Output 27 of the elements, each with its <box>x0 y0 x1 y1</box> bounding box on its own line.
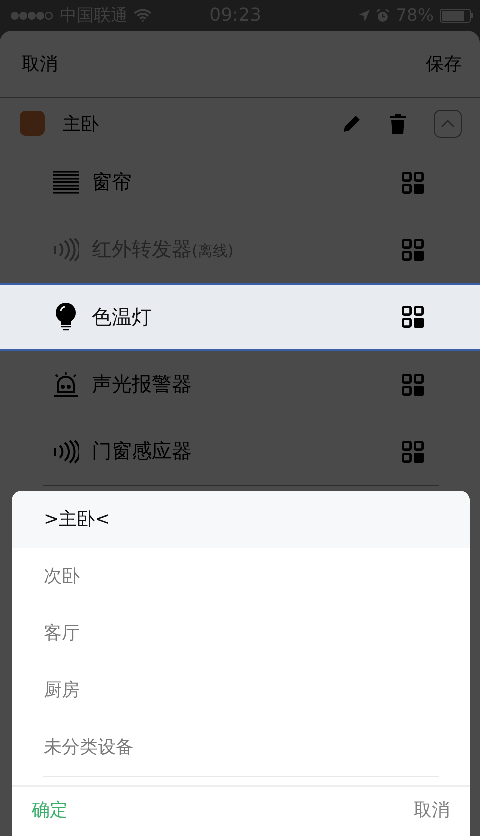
room-icon <box>20 111 45 136</box>
device-name: 窗帘 <box>92 169 133 196</box>
device-name: 门窗感应器 <box>92 438 193 465</box>
cancel-button[interactable]: 取消 <box>414 798 450 822</box>
wifi-icon <box>134 9 152 22</box>
siren-icon <box>53 372 79 398</box>
battery-icon <box>440 8 474 22</box>
edit-pencil-icon[interactable] <box>342 114 362 134</box>
location-arrow-icon <box>359 10 370 22</box>
device-name: 色温灯 <box>92 304 153 330</box>
room-option[interactable]: >主卧< <box>12 491 470 548</box>
signal-icon <box>10 10 54 20</box>
confirm-button[interactable]: 确定 <box>32 798 68 822</box>
signal-waves-icon <box>53 238 79 262</box>
blinds-icon <box>53 170 79 194</box>
sensor-waves-icon <box>53 440 79 464</box>
device-name: 声光报警器 <box>92 371 193 398</box>
chevron-up-icon <box>441 120 455 128</box>
room-name: 主卧 <box>63 112 100 136</box>
collapse-toggle[interactable] <box>434 110 462 138</box>
light-bulb-icon <box>53 303 79 331</box>
trash-icon[interactable] <box>390 114 406 134</box>
save-button[interactable]: 保存 <box>426 52 462 76</box>
cancel-button[interactable]: 取消 <box>22 52 58 76</box>
alarm-clock-icon <box>376 8 390 22</box>
grid-icon[interactable] <box>402 306 424 328</box>
device-row-highlighted[interactable]: 色温灯 <box>0 283 480 351</box>
